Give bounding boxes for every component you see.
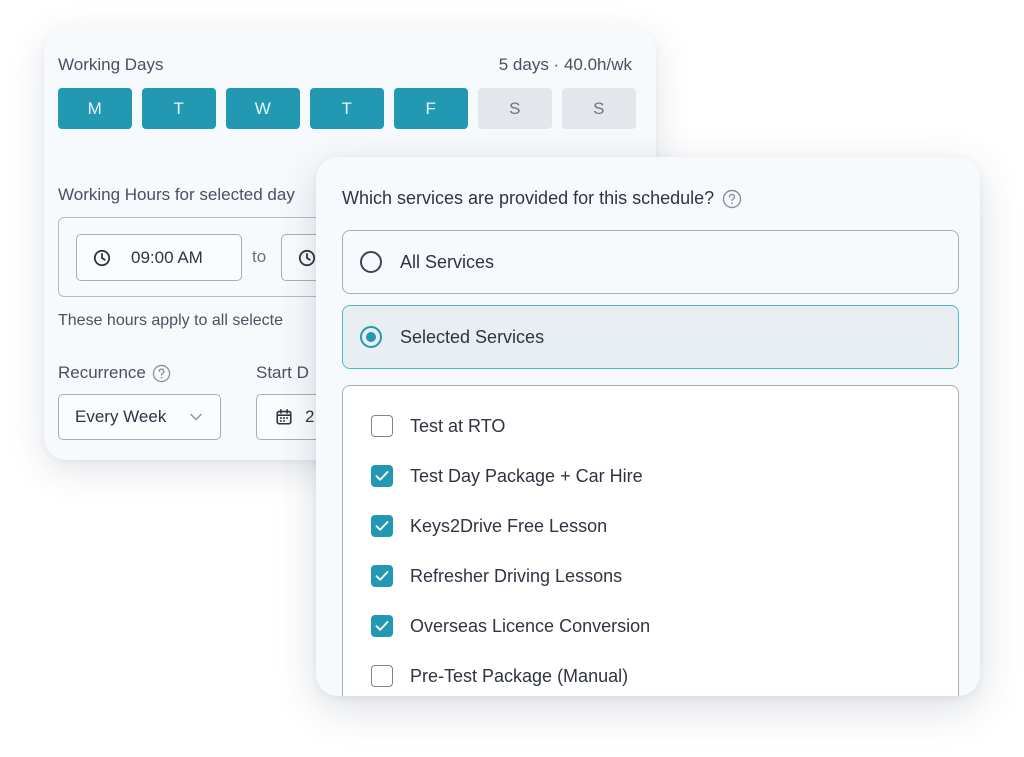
- service-checkbox[interactable]: [371, 565, 393, 587]
- time-range-separator: to: [252, 247, 267, 266]
- day-saturday-button[interactable]: S: [478, 88, 552, 129]
- service-item[interactable]: Test at RTO: [371, 414, 505, 438]
- service-label: Pre-Test Package (Manual): [410, 665, 629, 686]
- start-time-value: 09:00 AM: [131, 247, 203, 267]
- chevron-down-icon: [190, 413, 202, 421]
- hours-note: These hours apply to all selecte: [58, 312, 284, 329]
- selected-services-radio[interactable]: [360, 326, 382, 348]
- service-checkbox[interactable]: [371, 465, 393, 487]
- check-icon: [375, 521, 389, 531]
- service-label: Test at RTO: [410, 415, 506, 436]
- working-days-header: Working Days 5 days · 40.0h/wk: [58, 55, 632, 75]
- service-checkbox[interactable]: [371, 415, 393, 437]
- service-item[interactable]: Refresher Driving Lessons: [371, 564, 622, 588]
- day-wednesday-button[interactable]: W: [226, 88, 300, 129]
- day-thursday-button[interactable]: T: [310, 88, 384, 129]
- service-item[interactable]: Overseas Licence Conversion: [371, 614, 650, 638]
- all-services-label: All Services: [400, 251, 495, 272]
- service-item[interactable]: Keys2Drive Free Lesson: [371, 514, 607, 538]
- working-hours-label: Working Hours for selected day: [58, 185, 295, 204]
- working-days-title: Working Days: [58, 55, 164, 74]
- day-selector: M T W T F S S: [58, 88, 636, 129]
- service-label: Overseas Licence Conversion: [410, 615, 651, 636]
- day-friday-button[interactable]: F: [394, 88, 468, 129]
- service-checkbox[interactable]: [371, 615, 393, 637]
- recurrence-label-row: Recurrence: [58, 363, 171, 383]
- service-checkbox[interactable]: [371, 665, 393, 687]
- start-date-value: 2: [305, 407, 315, 426]
- service-checkbox[interactable]: [371, 515, 393, 537]
- service-label: Keys2Drive Free Lesson: [410, 515, 608, 536]
- working-days-summary: 5 days · 40.0h/wk: [498, 55, 632, 74]
- service-label: Refresher Driving Lessons: [410, 565, 623, 586]
- service-label: Test Day Package + Car Hire: [410, 465, 643, 486]
- start-date-label: Start D: [256, 363, 309, 382]
- recurrence-value: Every Week: [75, 407, 167, 426]
- recurrence-select[interactable]: Every Week: [58, 394, 221, 440]
- check-icon: [375, 471, 389, 481]
- day-monday-button[interactable]: M: [58, 88, 132, 129]
- check-icon: [375, 571, 389, 581]
- services-card: Which services are provided for this sch…: [316, 157, 980, 696]
- services-question: Which services are provided for this sch…: [342, 188, 715, 208]
- day-tuesday-button[interactable]: T: [142, 88, 216, 129]
- services-checklist: Test at RTO Test Day Package + Car Hire …: [342, 385, 959, 696]
- all-services-option[interactable]: All Services: [342, 230, 959, 294]
- help-circle-icon[interactable]: [152, 364, 171, 383]
- all-services-radio[interactable]: [360, 251, 382, 273]
- clock-icon: [298, 249, 316, 266]
- service-item[interactable]: Pre-Test Package (Manual): [371, 664, 628, 688]
- service-item[interactable]: Test Day Package + Car Hire: [371, 464, 643, 488]
- recurrence-label: Recurrence: [58, 363, 146, 382]
- check-icon: [375, 621, 389, 631]
- selected-services-label: Selected Services: [400, 326, 545, 347]
- start-time-picker[interactable]: 09:00 AM: [76, 234, 242, 281]
- services-question-row: Which services are provided for this sch…: [342, 188, 742, 209]
- clock-icon: [93, 249, 111, 266]
- selected-services-option[interactable]: Selected Services: [342, 305, 959, 369]
- day-sunday-button[interactable]: S: [562, 88, 636, 129]
- calendar-icon: [276, 408, 292, 425]
- help-circle-icon[interactable]: [722, 189, 742, 209]
